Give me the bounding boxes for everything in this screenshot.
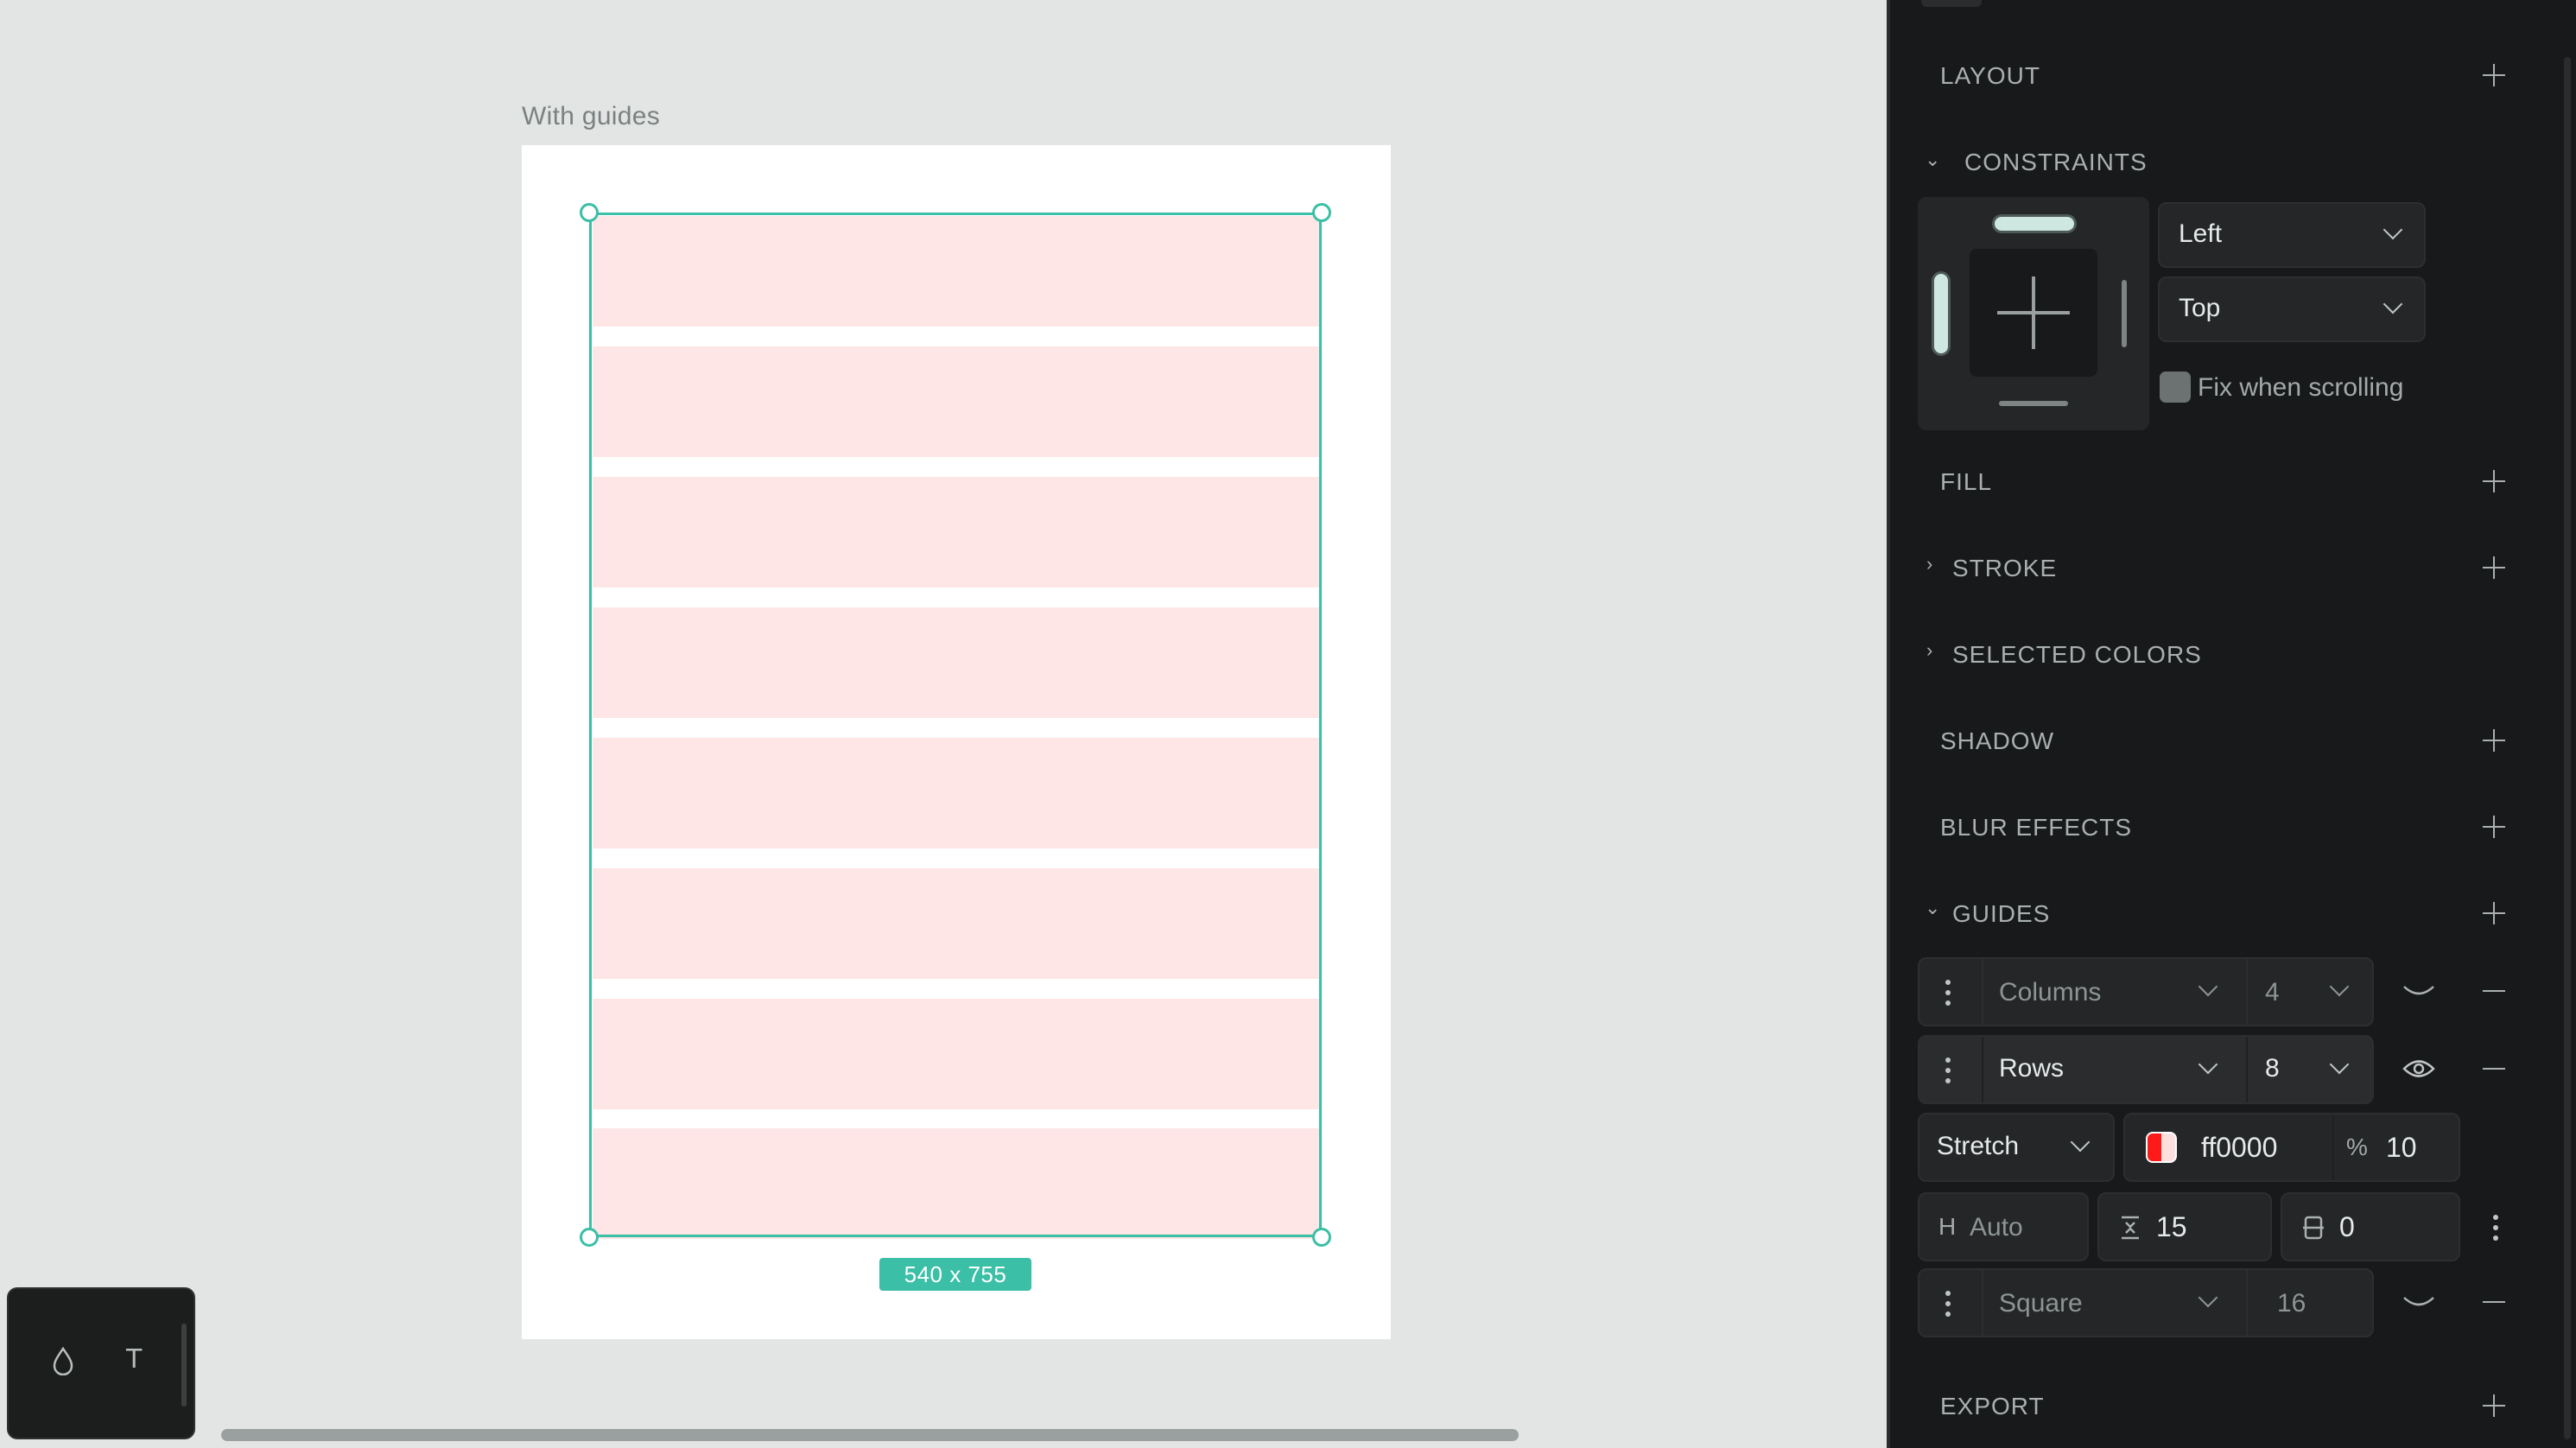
guide-type-select[interactable]: Rows xyxy=(1999,1054,2064,1083)
more-options-icon[interactable] xyxy=(2493,1215,2498,1241)
eye-closed-icon[interactable] xyxy=(2402,978,2436,1008)
chevron-down-icon[interactable]: ⌄ xyxy=(1925,897,1940,919)
horizontal-scrollbar[interactable] xyxy=(221,1429,1519,1441)
guide-type-select[interactable]: Columns xyxy=(1999,978,2101,1007)
guide-square-size[interactable]: 16 xyxy=(2277,1289,2306,1318)
blur-section-title: BLUR EFFECTS xyxy=(1940,814,2133,841)
size-badge: 540 x 755 xyxy=(879,1258,1031,1291)
layout-section-title: LAYOUT xyxy=(1940,62,2040,89)
resize-handle-top-left[interactable] xyxy=(580,203,599,222)
fill-section-title: FILL xyxy=(1940,468,1993,495)
add-guide-icon[interactable] xyxy=(2481,900,2507,926)
add-fill-icon[interactable] xyxy=(2481,468,2507,494)
eye-closed-icon[interactable] xyxy=(2402,1289,2436,1319)
chevron-right-icon[interactable]: › xyxy=(1926,639,1932,662)
panel-scrollbar[interactable] xyxy=(2564,57,2571,1439)
constraints-section-title[interactable]: CONSTRAINTS xyxy=(1964,149,2148,176)
chevron-down-icon[interactable] xyxy=(2329,1054,2350,1075)
remove-guide-icon[interactable] xyxy=(2481,1289,2507,1315)
vertical-constraint-select[interactable]: Top xyxy=(2158,276,2426,342)
guide-height-field[interactable]: H Auto xyxy=(1918,1192,2089,1261)
guide-margin-field[interactable]: 0 xyxy=(2281,1192,2460,1261)
opacity-symbol: % xyxy=(2346,1134,2368,1160)
guide-options-icon[interactable] xyxy=(1945,1291,1951,1317)
remove-guide-icon[interactable] xyxy=(2481,978,2507,1004)
guide-opacity-input[interactable]: 10 xyxy=(2386,1132,2417,1164)
toolbar-scrollbar[interactable] xyxy=(181,1324,187,1407)
guide-color-field: ff0000 % 10 xyxy=(2123,1113,2460,1182)
guide-gutter-field[interactable]: 15 xyxy=(2097,1192,2272,1261)
guide-rows-count[interactable]: 8 xyxy=(2265,1054,2280,1083)
constraint-top-bar[interactable] xyxy=(1992,214,2077,233)
add-blur-icon[interactable] xyxy=(2481,814,2507,840)
guide-type-select[interactable]: Square xyxy=(1999,1289,2083,1318)
chevron-down-icon[interactable]: ⌄ xyxy=(1925,149,1940,171)
board-title[interactable]: With guides xyxy=(522,102,660,131)
guide-rows-row: Rows 8 xyxy=(1918,1035,2374,1104)
bottom-toolbar: T xyxy=(7,1287,195,1439)
fix-scrolling-label[interactable]: Fix when scrolling xyxy=(2198,373,2403,403)
guide-options-icon[interactable] xyxy=(1945,1057,1951,1083)
chevron-down-icon xyxy=(2382,294,2403,314)
constraint-center[interactable] xyxy=(1970,249,2097,377)
guides-section-title[interactable]: GUIDES xyxy=(1952,900,2050,928)
chevron-down-icon[interactable] xyxy=(2198,976,2218,997)
resize-handle-top-right[interactable] xyxy=(1312,203,1331,222)
resize-handle-bottom-left[interactable] xyxy=(580,1228,599,1247)
export-section-title: EXPORT xyxy=(1940,1393,2045,1419)
chevron-down-icon[interactable] xyxy=(2198,1287,2218,1308)
chevron-down-icon xyxy=(2382,219,2403,240)
text-tool-icon[interactable]: T xyxy=(126,1344,142,1375)
constraint-bottom-bar[interactable] xyxy=(1999,401,2068,406)
panel-top-tab[interactable] xyxy=(1921,0,1982,7)
selection-outline[interactable] xyxy=(589,213,1322,1237)
chevron-down-icon[interactable] xyxy=(2329,976,2350,997)
guide-options-icon[interactable] xyxy=(1945,980,1951,1006)
fix-scrolling-checkbox[interactable] xyxy=(2160,372,2191,403)
shadow-section-title: SHADOW xyxy=(1940,727,2054,754)
resize-handle-bottom-right[interactable] xyxy=(1312,1228,1331,1247)
chevron-down-icon xyxy=(2070,1132,2091,1153)
selected-colors-section-title[interactable]: SELECTED COLORS xyxy=(1952,641,2202,669)
add-shadow-icon[interactable] xyxy=(2481,727,2507,753)
droplet-icon[interactable] xyxy=(52,1346,74,1382)
color-swatch[interactable] xyxy=(2146,1132,2177,1163)
chevron-right-icon[interactable]: › xyxy=(1926,553,1932,575)
panel-divider xyxy=(1887,0,1890,1448)
remove-guide-icon[interactable] xyxy=(2481,1056,2507,1082)
add-export-icon[interactable] xyxy=(2481,1393,2507,1419)
horizontal-constraint-select[interactable]: Left xyxy=(2158,202,2426,268)
constraints-widget xyxy=(1918,197,2149,430)
guide-align-select[interactable]: Stretch xyxy=(1918,1113,2115,1182)
guide-columns-count[interactable]: 4 xyxy=(2265,978,2280,1007)
eye-icon[interactable] xyxy=(2402,1056,2436,1086)
stroke-section-title[interactable]: STROKE xyxy=(1952,555,2057,582)
guide-square-row: Square 16 xyxy=(1918,1268,2374,1337)
guide-color-hex[interactable]: ff0000 xyxy=(2201,1132,2277,1164)
gutter-icon xyxy=(2118,1215,2142,1245)
margin-icon xyxy=(2301,1215,2325,1245)
chevron-down-icon[interactable] xyxy=(2198,1054,2218,1075)
add-stroke-icon[interactable] xyxy=(2481,555,2507,581)
constraint-left-bar[interactable] xyxy=(1932,271,1951,356)
add-layout-icon[interactable] xyxy=(2481,62,2507,88)
constraint-right-bar[interactable] xyxy=(2122,280,2127,347)
canvas[interactable]: With guides 540 x 755 T xyxy=(0,0,1887,1448)
guide-columns-row: Columns 4 xyxy=(1918,957,2374,1026)
